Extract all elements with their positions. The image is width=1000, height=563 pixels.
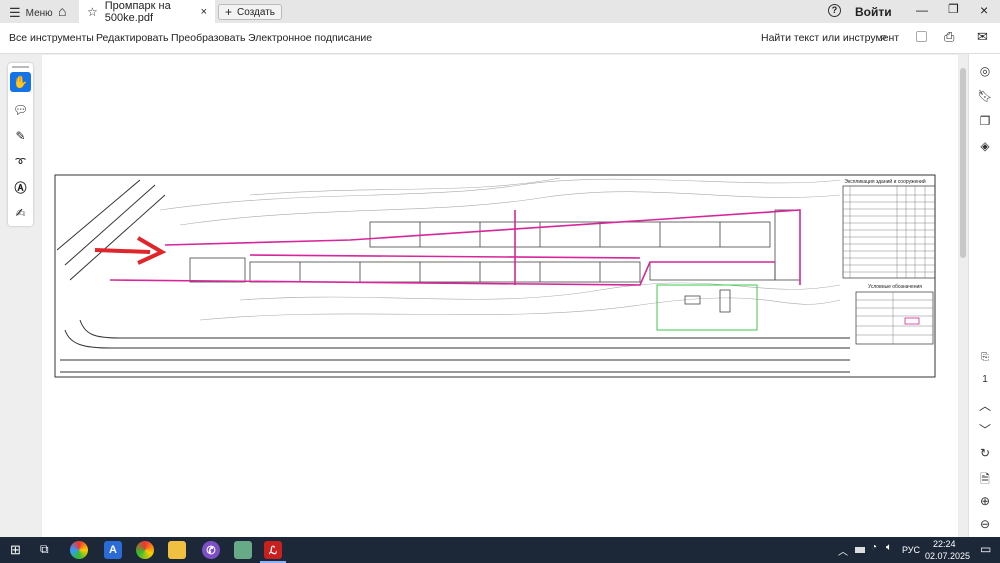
menu-convert[interactable]: Преобразовать — [171, 32, 246, 44]
clock-time[interactable]: 22:24 — [933, 539, 956, 549]
star-icon[interactable]: ☆ — [87, 5, 98, 19]
menu-e-sign[interactable]: Электронное подписание — [248, 32, 372, 44]
refresh-icon[interactable]: ↻ — [969, 446, 1000, 460]
export-page-icon[interactable]: 🗎︎ — [969, 470, 1000, 491]
drag-handle[interactable] — [12, 66, 29, 68]
title-bar: ☰ Меню ⌂ ☆ Промпарк на 500ke.pdf × + Соз… — [0, 0, 1000, 24]
close-window-button[interactable]: × — [980, 2, 988, 18]
page-down-icon[interactable]: ﹀ — [969, 421, 1000, 438]
buildings — [189, 209, 801, 313]
pdf-page: Экспликация зданий и сооружений Условные… — [42, 55, 958, 537]
green-zone — [656, 284, 758, 331]
app-icon-folder[interactable] — [168, 541, 186, 559]
menu-button[interactable]: ☰ Меню — [9, 5, 53, 21]
print-icon[interactable]: ⎙ — [944, 29, 954, 45]
minimize-button[interactable]: — — [916, 3, 928, 17]
page-thumbnail-icon[interactable]: ⎘ — [969, 352, 1000, 363]
home-icon[interactable]: ⌂ — [58, 3, 66, 19]
create-button[interactable]: + Создать — [218, 4, 283, 20]
app-icon-a[interactable]: A — [104, 541, 122, 559]
red-arrow-shaft — [94, 248, 151, 254]
notifications-icon[interactable]: ▭ — [980, 542, 991, 556]
maximize-button[interactable]: ❐ — [948, 2, 959, 16]
explication-table: Экспликация зданий и сооружений Условные… — [842, 178, 936, 345]
tool-palette: ✋ 💬︎ ✎ ➰︎ Ⓐ ✍︎ — [8, 63, 33, 226]
app-icon-browser[interactable] — [70, 541, 88, 559]
drawing-frame — [54, 174, 936, 378]
site-plan-drawing: Экспликация зданий и сооружений Условные… — [54, 174, 936, 378]
right-sidebar: ◎ 🔖︎ ❐ ◈ ⎘ 1 ︿ ﹀ ↻ 🗎︎ ⊕ ⊖ — [968, 54, 1000, 537]
page-up-icon[interactable]: ︿ — [969, 397, 1000, 414]
road — [56, 179, 850, 373]
sign-in-button[interactable]: Войти — [855, 5, 892, 19]
text-select-tool-icon[interactable]: Ⓐ — [10, 177, 31, 197]
wifi-icon[interactable]: ◔ — [871, 542, 877, 553]
email-icon[interactable]: ✉ — [977, 29, 988, 45]
volume-icon[interactable]: 🔈︎ — [886, 542, 892, 553]
comments-panel-icon[interactable]: ◎ — [969, 64, 1000, 78]
pen-tool-icon[interactable]: ✎ — [10, 126, 31, 146]
lasso-tool-icon[interactable]: ➰︎ — [10, 152, 31, 172]
hand-tool-icon[interactable]: ✋ — [10, 72, 31, 92]
app-icon-misc[interactable] — [234, 541, 252, 559]
svg-text:Экспликация зданий и сооружени: Экспликация зданий и сооружений — [844, 178, 925, 185]
close-tab-icon[interactable]: × — [201, 6, 207, 18]
plus-icon: + — [225, 5, 233, 19]
hamburger-icon: ☰ — [9, 5, 21, 20]
search-icon[interactable]: ⌕ — [880, 29, 887, 45]
menu-edit[interactable]: Редактировать — [96, 32, 169, 44]
svg-text:Условные обозначения: Условные обозначения — [868, 284, 922, 290]
zoom-in-icon[interactable]: ⊕ — [969, 494, 1000, 508]
clock-date[interactable]: 02.07.2025 — [925, 551, 970, 561]
help-icon[interactable]: ? — [828, 4, 841, 17]
app-icon-chrome[interactable] — [136, 541, 154, 559]
contour-lines — [159, 177, 841, 321]
app-icon-viber[interactable]: ✆ — [202, 541, 220, 559]
page-number: 1 — [982, 374, 988, 385]
search-tools-button[interactable]: Найти текст или инструмент — [761, 32, 899, 44]
tab-document[interactable]: ☆ Промпарк на 500ke.pdf × — [79, 0, 215, 24]
tray-chevron-icon[interactable]: ︿ — [838, 543, 848, 558]
pages-icon[interactable]: ❐ — [969, 114, 1000, 128]
battery-icon[interactable] — [855, 547, 865, 553]
zoom-out-icon[interactable]: ⊖ — [969, 517, 1000, 531]
vertical-scrollbar[interactable] — [959, 60, 967, 535]
comment-tool-icon[interactable]: 💬︎ — [10, 100, 31, 120]
route-lines — [109, 209, 801, 286]
task-view-icon[interactable]: ⧉ — [40, 542, 49, 557]
menu-all-tools[interactable]: Все инструменты — [9, 32, 94, 44]
windows-start-icon[interactable]: ⊞ — [10, 542, 21, 558]
bookmark-icon[interactable]: 🔖︎ — [969, 89, 1000, 103]
main-toolbar: Все инструменты Редактировать Преобразов… — [0, 23, 1000, 54]
fill-sign-tool-icon[interactable]: ✍︎ — [10, 203, 31, 223]
save-icon[interactable] — [916, 31, 927, 42]
scrollbar-thumb[interactable] — [960, 68, 966, 258]
app-icon-acrobat[interactable]: ℒ — [264, 541, 282, 559]
language-indicator[interactable]: РУС — [902, 545, 920, 555]
taskbar: ⊞ ⧉ A ✆ ℒ ︿ ◔ 🔈︎ РУС 22:24 02.07.2025 ▭ — [0, 537, 1000, 563]
layers-icon[interactable]: ◈ — [969, 139, 1000, 153]
